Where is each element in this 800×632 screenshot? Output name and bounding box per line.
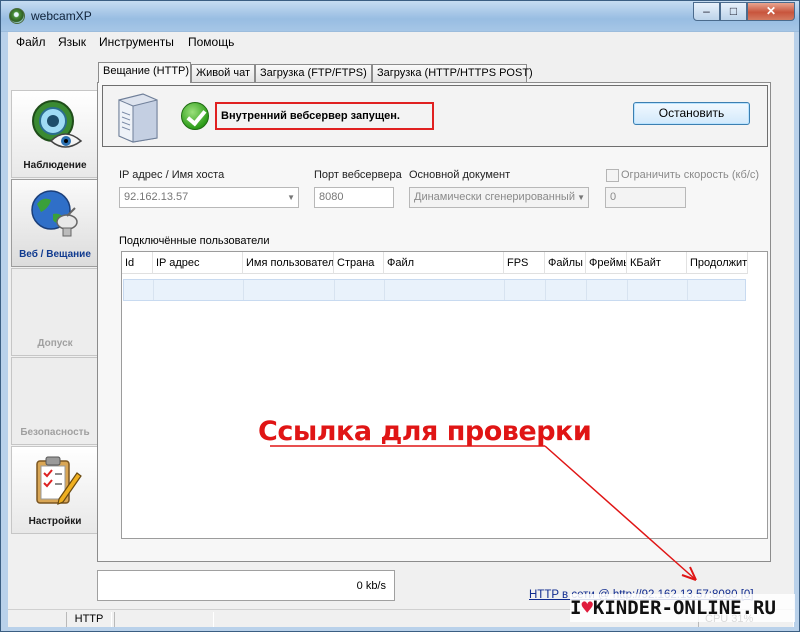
column-country[interactable]: Страна [334,252,384,274]
table-cell [587,280,628,300]
column-file[interactable]: Файл [384,252,504,274]
column-frames[interactable]: Фреймы [586,252,627,274]
table-cell [546,280,587,300]
menu-tools[interactable]: Инструменты [99,35,174,49]
menu-bar: Файл Язык Инструменты Помощь [8,32,794,52]
menu-file[interactable]: Файл [16,35,46,49]
limit-speed-label: Ограничить скорость (кб/с) [621,169,760,181]
server-icon [118,93,158,143]
close-button[interactable]: ✕ [747,2,795,21]
menu-help[interactable]: Помощь [188,35,234,49]
table-cell [124,280,154,300]
tab-http-broadcast[interactable]: Вещание (HTTP) [98,62,191,83]
ip-host-select[interactable]: 92.162.13.57 [119,187,299,208]
main-document-label: Основной документ [409,169,511,181]
check-success-icon [181,102,209,130]
sidebar-item-monitoring[interactable]: Наблюдение [11,90,99,178]
table-cell [335,280,385,300]
tab-ftp-upload[interactable]: Загрузка (FTP/FTPS) [255,64,372,82]
table-cell [385,280,505,300]
sidebar-item-security: Безопасность [11,357,99,445]
menu-language[interactable]: Язык [58,35,86,49]
minimize-button[interactable]: ‒ [693,2,720,21]
webcam-eye-icon [32,100,83,148]
sidebar-label: Настройки [28,516,82,527]
status-protocol: HTTP [66,612,112,627]
table-cell [244,280,335,300]
server-running-message: Внутренний вебсервер запущен. [215,102,434,130]
connected-users-label: Подключённые пользователи [119,235,270,247]
column-id[interactable]: Id [122,252,153,274]
connected-users-table[interactable]: Id IP адрес Имя пользователя Страна Файл… [121,251,768,539]
sidebar-item-settings[interactable]: Настройки [11,446,99,534]
ip-label: IP адрес / Имя хоста [119,169,225,181]
table-cell [154,280,244,300]
tab-http-post-upload[interactable]: Загрузка (HTTP/HTTPS POST) [372,64,533,82]
globe-satellite-icon [31,190,78,237]
http-broadcast-panel: Внутренний вебсервер запущен. Остановить… [97,82,771,562]
client-area: Наблюдение Веб / Вещание Допуск Безопасн… [8,52,794,627]
table-header: Id IP адрес Имя пользователя Страна Файл… [122,252,748,274]
column-fps[interactable]: FPS [504,252,545,274]
status-segment [114,612,214,627]
table-cell [505,280,546,300]
bandwidth-indicator: 0 kb/s [97,570,395,601]
webcamxp-app-icon [9,8,25,24]
watermark-site: KINDER-ONLINE.RU [592,597,776,619]
stop-server-button[interactable]: Остановить [633,102,750,125]
limit-speed-input[interactable]: 0 [605,187,686,208]
table-cell [628,280,688,300]
title-bar[interactable]: webcamXP ‒ □ ✕ [1,1,799,31]
port-label: Порт вебсервера [314,169,402,181]
sidebar-label: Допуск [37,338,73,349]
maximize-button[interactable]: □ [720,2,747,21]
bandwidth-value: 0 kb/s [356,580,386,592]
sidebar-item-access: Допуск [11,268,99,356]
limit-speed-checkbox[interactable] [606,169,619,182]
sidebar-item-web-broadcast[interactable]: Веб / Вещание [11,179,99,267]
column-kbytes[interactable]: КБайт [627,252,687,274]
column-files[interactable]: Файлы [545,252,586,274]
sidebar-label: Безопасность [20,427,90,438]
sidebar: Наблюдение Веб / Вещание Допуск Безопасн… [11,90,99,584]
watermark-i: I [570,597,582,619]
main-document-select[interactable]: Динамически сгенерированный [409,187,589,208]
tab-live-chat[interactable]: Живой чат [191,64,255,82]
column-ip[interactable]: IP адрес [153,252,243,274]
sidebar-label: Наблюдение [23,160,87,171]
annotation-check-link: Ссылка для проверки [258,416,592,447]
port-input[interactable]: 8080 [314,187,394,208]
clipboard-pencil-icon [36,456,82,505]
app-window: webcamXP ‒ □ ✕ Файл Язык Инструменты Пом… [0,0,800,632]
window-title: webcamXP [31,9,92,23]
column-username[interactable]: Имя пользователя [243,252,334,274]
column-duration[interactable]: Продолжит [687,252,748,274]
server-status-box: Внутренний вебсервер запущен. Остановить [102,85,768,147]
site-watermark: I♥KINDER-ONLINE.RU [570,594,795,622]
heart-icon: ♥ [581,597,593,619]
table-row[interactable] [123,279,746,301]
sidebar-label: Веб / Вещание [19,249,91,260]
